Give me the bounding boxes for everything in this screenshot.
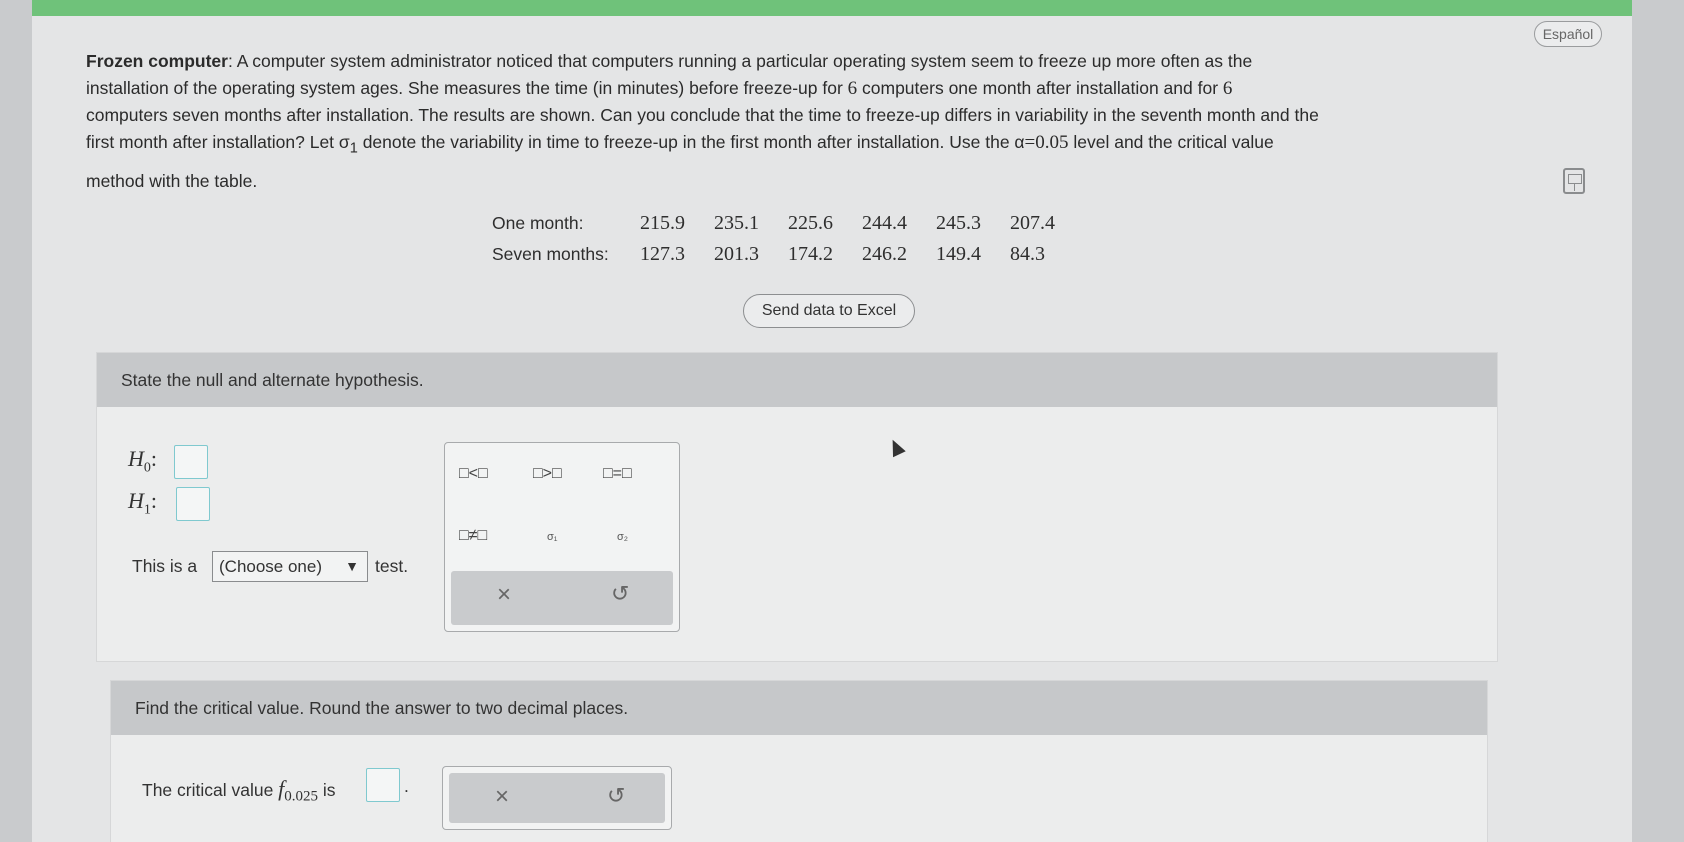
table-cell: 207.4 bbox=[1010, 212, 1055, 234]
critical-value-palette: × ↺ bbox=[442, 766, 672, 830]
palette-footer: × ↺ bbox=[451, 571, 673, 625]
test-suffix: test. bbox=[375, 556, 409, 576]
test-prefix: This is a bbox=[132, 556, 198, 576]
problem-title: Frozen computer bbox=[86, 51, 228, 71]
clear-icon[interactable]: × bbox=[497, 581, 511, 609]
table-row: Seven months: 127.3 201.3 174.2 246.2 14… bbox=[492, 239, 1084, 270]
palette-footer: × ↺ bbox=[449, 773, 665, 823]
less-than-button[interactable]: □<□ bbox=[459, 465, 488, 483]
equals-button[interactable]: □=□ bbox=[603, 465, 632, 483]
table-cell: 245.3 bbox=[936, 212, 981, 234]
problem-statement: Frozen computer: A computer system admin… bbox=[86, 48, 1496, 200]
section-header: Find the critical value. Round the answe… bbox=[111, 681, 1487, 735]
h1-label: H1: bbox=[128, 488, 158, 518]
hypothesis-section: State the null and alternate hypothesis. bbox=[96, 352, 1498, 662]
language-button[interactable]: Español bbox=[1534, 21, 1602, 47]
problem-line-4b: denote the variability in time to freeze… bbox=[357, 131, 1025, 152]
critical-value-answer-box[interactable] bbox=[366, 768, 400, 802]
sigma-subscript: 1 bbox=[349, 140, 358, 156]
send-to-excel-button[interactable]: Send data to Excel bbox=[743, 294, 915, 328]
row-label: One month: bbox=[492, 213, 584, 233]
undo-icon[interactable]: ↺ bbox=[607, 783, 625, 809]
table-cell: 201.3 bbox=[714, 243, 759, 265]
problem-line-2b: computers one month after installation a… bbox=[857, 77, 1223, 98]
period: . bbox=[404, 776, 409, 796]
h1-answer-box[interactable] bbox=[176, 487, 210, 521]
greater-than-button[interactable]: □>□ bbox=[533, 465, 562, 483]
sigma1-button[interactable]: σ₁ bbox=[547, 531, 558, 543]
section-header: State the null and alternate hypothesis. bbox=[97, 353, 1497, 407]
sigma2-button[interactable]: σ₂ bbox=[617, 531, 628, 543]
table-cell: 225.6 bbox=[788, 212, 833, 234]
problem-line-4c: level and the critical value bbox=[1068, 131, 1274, 152]
table-cell: 235.1 bbox=[714, 212, 759, 234]
h0-answer-box[interactable] bbox=[174, 445, 208, 479]
select-value: (Choose one) bbox=[219, 557, 323, 576]
dropdown-arrow-icon: ▼ bbox=[345, 558, 359, 574]
top-progress-bar bbox=[32, 0, 1632, 16]
alpha-value: =0.05 bbox=[1024, 131, 1069, 153]
problem-line-2a: installation of the operating system age… bbox=[86, 77, 848, 98]
problem-line-5: method with the table. bbox=[86, 170, 258, 191]
clear-icon[interactable]: × bbox=[495, 783, 509, 811]
problem-line-4a: first month after installation? Let σ bbox=[86, 131, 350, 152]
table-cell: 84.3 bbox=[1010, 243, 1045, 265]
problem-n1: 6 bbox=[847, 77, 858, 99]
critical-value-section: Find the critical value. Round the answe… bbox=[110, 680, 1488, 842]
calculator-icon[interactable] bbox=[1563, 168, 1585, 194]
problem-line-1: : A computer system administrator notice… bbox=[227, 51, 1253, 71]
undo-icon[interactable]: ↺ bbox=[611, 581, 629, 607]
not-equal-button[interactable]: □≠□ bbox=[459, 527, 487, 545]
h0-label: H0: bbox=[128, 446, 158, 476]
test-type-select[interactable]: (Choose one) ▼ bbox=[212, 551, 368, 582]
problem-line-3: computers seven months after installatio… bbox=[86, 105, 1319, 125]
table-cell: 127.3 bbox=[640, 243, 685, 265]
table-cell: 246.2 bbox=[862, 243, 907, 265]
critical-value-text: The critical value f0.025 is bbox=[142, 776, 336, 805]
symbol-palette: □<□ □>□ □=□ □≠□ σ₁ σ₂ × ↺ bbox=[444, 442, 680, 632]
data-table: One month: 215.9 235.1 225.6 244.4 245.3… bbox=[492, 208, 1084, 270]
problem-n2: 6 bbox=[1222, 77, 1233, 99]
table-cell: 174.2 bbox=[788, 243, 833, 265]
row-label: Seven months: bbox=[492, 244, 609, 264]
table-cell: 149.4 bbox=[936, 243, 981, 265]
table-cell: 215.9 bbox=[640, 212, 685, 234]
table-row: One month: 215.9 235.1 225.6 244.4 245.3… bbox=[492, 208, 1084, 239]
table-cell: 244.4 bbox=[862, 212, 907, 234]
